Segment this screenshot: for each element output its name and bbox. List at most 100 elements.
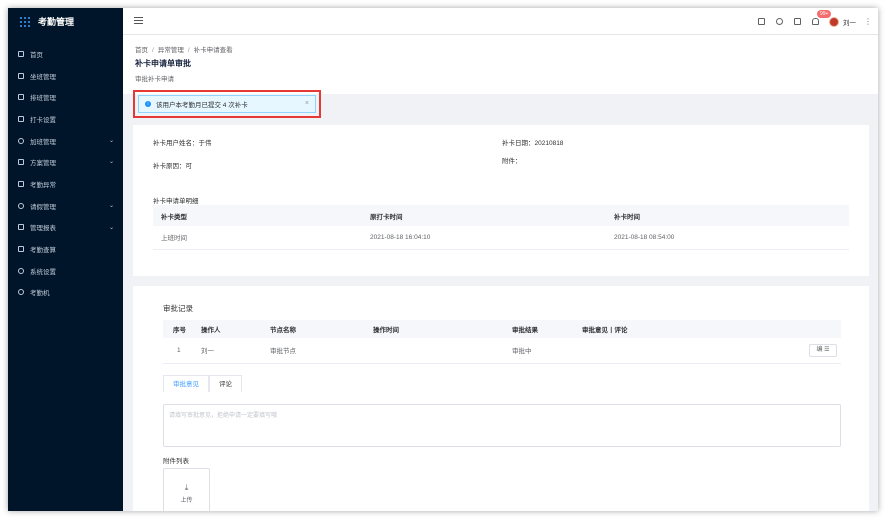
menu-toggle-icon[interactable] xyxy=(134,17,143,25)
column-header: 操作人 xyxy=(191,320,260,338)
applicant-name: 于伟 xyxy=(198,140,212,147)
username[interactable]: 刘一 xyxy=(843,17,856,27)
sidebar-item-schedule[interactable]: 排班管理 xyxy=(8,86,123,108)
close-icon[interactable]: × xyxy=(305,100,309,107)
sidebar-item-label: 排班管理 xyxy=(30,95,56,103)
info-alert: i 该用户本考勤月已提交 4 次补卡 × xyxy=(138,95,316,113)
sidebar-menu: 首页 坐班管理 排班管理 打卡设置 加班管理 ⌄ 方案管理 ⌄ 考勤异常 请假管理 ⌄… xyxy=(8,43,123,303)
sidebar-item-system-settings[interactable]: 系统设置 xyxy=(8,260,123,282)
table-row: 1 刘一 审批节点 审批中 编 ☰ xyxy=(163,338,841,364)
upload-icon: ⤓ xyxy=(184,483,189,492)
sidebar-item-device[interactable]: 考勤机 xyxy=(8,282,123,304)
chevron-down-icon: ⌄ xyxy=(108,137,114,144)
alert-highlight: i 该用户本考勤月已提交 4 次补卡 × xyxy=(133,90,321,118)
page-header: 首页 / 异常管理 / 补卡申请查看 补卡申请单审批 审批补卡申请 xyxy=(123,35,878,94)
opinion-input[interactable]: 请填写审批意见，拒绝申请一定要填写哦 xyxy=(163,404,841,447)
notification-badge: 99+ xyxy=(817,10,832,18)
header-actions: 99+ 刘一 ⋮ xyxy=(747,8,872,35)
sidebar-item-label: 考勤异常 xyxy=(30,181,56,189)
date-field: 补卡日期：20210818 xyxy=(502,140,564,147)
clock-icon xyxy=(18,202,24,209)
applicant-field: 补卡用户姓名：于伟 xyxy=(153,140,212,147)
record-time xyxy=(363,338,502,364)
reason-field: 补卡原因：可 xyxy=(153,163,193,170)
sidebar-item-punch-settings[interactable]: 打卡设置 xyxy=(8,108,123,130)
table-cell: 上班时间 xyxy=(153,226,362,250)
report-icon xyxy=(18,224,24,231)
chevron-down-icon: ⌄ xyxy=(108,159,114,166)
fullscreen-icon[interactable] xyxy=(794,18,801,25)
column-header: 补卡类型 xyxy=(153,205,362,226)
upload-label: 上传 xyxy=(180,498,193,504)
app-title: 考勤管理 xyxy=(38,17,75,27)
sidebar: 考勤管理 首页 坐班管理 排班管理 打卡设置 加班管理 ⌄ 方案管理 ⌄ 考勤异常 … xyxy=(8,8,123,511)
chevron-down-icon: ⌄ xyxy=(108,224,114,231)
document-icon xyxy=(18,159,24,166)
chevron-down-icon: ⌄ xyxy=(108,202,114,209)
application-card: 补卡用户姓名：于伟 补卡日期：20210818 补卡原因：可 附件： 补卡申请单… xyxy=(133,125,869,276)
schedule-icon xyxy=(18,94,24,101)
app-logo[interactable]: 考勤管理 xyxy=(8,8,123,35)
record-operator: 刘一 xyxy=(191,338,260,364)
page-subtitle: 审批补卡申请 xyxy=(135,76,174,83)
avatar[interactable] xyxy=(829,16,839,27)
attachment-field: 附件： xyxy=(502,158,522,165)
sidebar-item-reports[interactable]: 管理报表 ⌄ xyxy=(8,217,123,239)
calculator-icon xyxy=(18,246,24,253)
opinion-tabs: 审批意见 评论 xyxy=(163,375,242,393)
table-header-row: 序号 操作人 节点名称 操作时间 审批结果 审批意见丨评论 xyxy=(163,320,841,338)
table-cell: 2021-08-18 08:54:00 xyxy=(606,226,849,250)
more-vertical-icon[interactable]: ⋮ xyxy=(864,17,872,26)
sidebar-item-label: 坐班管理 xyxy=(30,73,56,81)
column-header: 审批结果 xyxy=(502,320,572,338)
breadcrumb-home[interactable]: 首页 xyxy=(135,47,148,54)
device-icon xyxy=(18,289,24,296)
records-table: 序号 操作人 节点名称 操作时间 审批结果 审批意见丨评论 1 刘一 审批节点 xyxy=(163,320,841,364)
column-header: 审批意见丨评论 xyxy=(572,320,841,338)
bell-icon[interactable]: 99+ xyxy=(812,10,832,25)
home-icon xyxy=(18,50,24,57)
sidebar-item-calculation[interactable]: 考勤查算 xyxy=(8,238,123,260)
help-icon[interactable] xyxy=(776,18,783,25)
record-node: 审批节点 xyxy=(260,338,363,364)
top-header: 99+ 刘一 ⋮ xyxy=(123,8,878,35)
column-header: 补卡时间 xyxy=(606,205,849,226)
clock-icon xyxy=(18,137,24,144)
sidebar-item-leave[interactable]: 请假管理 ⌄ xyxy=(8,195,123,217)
sidebar-item-exceptions[interactable]: 考勤异常 xyxy=(8,173,123,195)
breadcrumb-exceptions[interactable]: 异常管理 xyxy=(158,47,184,54)
apps-grid-icon xyxy=(20,16,30,27)
edit-button[interactable]: 编 ☰ xyxy=(809,343,837,357)
tab-approval-opinion[interactable]: 审批意见 xyxy=(163,375,209,392)
upload-button[interactable]: ⤓ 上传 xyxy=(163,468,210,511)
detail-table: 补卡类型 原打卡时间 补卡时间 上班时间 2021-08-18 16:04:10… xyxy=(153,205,849,250)
lock-icon xyxy=(18,180,24,187)
record-opinion: 编 ☰ xyxy=(572,338,841,364)
sidebar-item-home[interactable]: 首页 xyxy=(8,43,123,65)
edit-icon xyxy=(18,115,24,122)
sidebar-item-label: 打卡设置 xyxy=(30,116,56,124)
sidebar-item-label: 系统设置 xyxy=(30,268,56,276)
table-header-row: 补卡类型 原打卡时间 补卡时间 xyxy=(153,205,849,226)
records-title: 审批记录 xyxy=(163,304,193,313)
sidebar-item-plans[interactable]: 方案管理 ⌄ xyxy=(8,151,123,173)
sidebar-item-label: 加班管理 xyxy=(30,138,56,146)
seat-icon xyxy=(18,72,24,79)
column-header: 原打卡时间 xyxy=(362,205,606,226)
tab-comments[interactable]: 评论 xyxy=(209,375,242,392)
app-window: 考勤管理 首页 坐班管理 排班管理 打卡设置 加班管理 ⌄ 方案管理 ⌄ 考勤异常 … xyxy=(8,8,878,511)
attachments-label: 附件列表 xyxy=(163,458,189,465)
page-title: 补卡申请单审批 xyxy=(135,59,191,68)
info-icon: i xyxy=(145,101,151,107)
sidebar-item-seat[interactable]: 坐班管理 xyxy=(8,65,123,87)
gear-icon xyxy=(18,267,24,274)
breadcrumb-current: 补卡申请查看 xyxy=(193,47,233,54)
sidebar-item-label: 考勤机 xyxy=(30,290,50,298)
alert-text: 该用户本考勤月已提交 4 次补卡 xyxy=(156,102,248,109)
column-header: 节点名称 xyxy=(260,320,363,338)
sidebar-item-overtime[interactable]: 加班管理 ⌄ xyxy=(8,130,123,152)
sidebar-item-label: 首页 xyxy=(30,51,43,59)
home-icon[interactable] xyxy=(758,18,765,25)
punch-reason: 可 xyxy=(185,163,193,170)
breadcrumb: 首页 / 异常管理 / 补卡申请查看 xyxy=(135,47,233,54)
